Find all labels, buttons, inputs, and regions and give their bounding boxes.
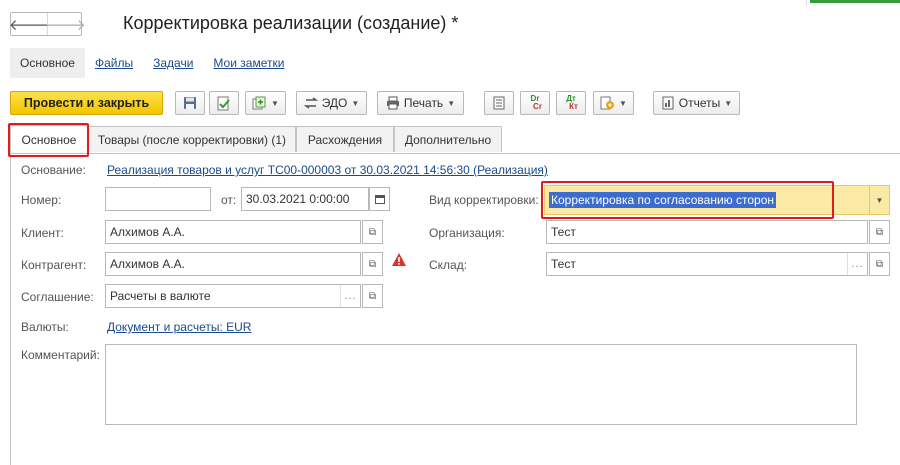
divider	[806, 0, 807, 6]
dropdown-caret-icon: ▼	[724, 98, 733, 108]
number-input[interactable]	[105, 187, 211, 211]
counterparty-label: Контрагент:	[21, 258, 87, 272]
select-dots-button[interactable]: ...	[340, 285, 360, 307]
reports-label: Отчеты	[678, 96, 721, 110]
panel-border	[10, 153, 11, 465]
dropdown-caret-icon: ▼	[447, 98, 456, 108]
tab-goods-label: Товары (после корректировки) (1)	[97, 132, 287, 147]
print-label: Печать	[403, 96, 444, 110]
tab-additional[interactable]: Дополнительно	[394, 126, 502, 152]
warehouse-open-button[interactable]: ⧉	[869, 252, 890, 276]
calendar-icon	[374, 195, 385, 204]
print-button[interactable]: Печать ▼	[377, 91, 464, 115]
organization-label: Организация:	[429, 226, 505, 240]
tab-additional-label: Дополнительно	[404, 132, 492, 147]
select-dots-button[interactable]: ...	[847, 253, 867, 275]
attached-document-icon	[600, 96, 615, 110]
dt-kt-button[interactable]: Дт Кт	[556, 91, 586, 115]
post-button[interactable]	[209, 91, 239, 115]
edo-button[interactable]: ЭДО ▼	[296, 91, 367, 115]
dropdown-caret-icon: ▼	[271, 98, 279, 108]
create-based-on-icon	[252, 96, 266, 110]
agreement-label: Соглашение:	[21, 290, 94, 304]
section-files[interactable]: Файлы	[95, 56, 133, 70]
open-window-icon: ⧉	[368, 290, 377, 302]
currency-link[interactable]: Документ и расчеты: EUR	[107, 320, 251, 334]
calendar-button[interactable]	[369, 187, 390, 211]
open-window-icon: ⧉	[875, 226, 884, 238]
navigation-buttons: 🡐 🡒	[9, 12, 86, 36]
attachments-button[interactable]: ▼	[593, 91, 634, 115]
open-window-icon: ⧉	[368, 226, 377, 238]
section-my-notes[interactable]: Мои заметки	[213, 56, 284, 70]
warehouse-value: Тест	[551, 257, 576, 271]
save-button[interactable]	[175, 91, 205, 115]
dr-cr-button[interactable]: Dr Cr	[520, 91, 550, 115]
edo-label: ЭДО	[321, 96, 348, 110]
printer-icon	[386, 96, 399, 110]
client-open-button[interactable]: ⧉	[362, 220, 383, 244]
edo-icon	[303, 97, 318, 109]
document-journal-button[interactable]	[484, 91, 514, 115]
back-arrow-icon[interactable]: 🡐	[9, 13, 49, 35]
comment-label: Комментарий:	[21, 348, 100, 362]
date-label: от:	[221, 193, 237, 207]
number-label: Номер:	[21, 193, 62, 207]
section-main[interactable]: Основное	[10, 48, 85, 78]
tab-discrepancies[interactable]: Расхождения	[296, 126, 394, 152]
post-document-icon	[217, 96, 230, 110]
annotation-highlight-correction-type	[541, 181, 834, 219]
tab-divider	[10, 153, 900, 154]
organization-field[interactable]: Тест	[546, 220, 868, 244]
basis-link[interactable]: Реализация товаров и услуг ТС00-000003 о…	[107, 163, 548, 177]
counterparty-open-button[interactable]: ⧉	[362, 252, 383, 276]
agreement-open-button[interactable]: ⧉	[362, 284, 383, 308]
dropdown-caret-icon[interactable]: ▼	[869, 186, 889, 214]
correction-type-label: Вид корректировки:	[429, 193, 539, 207]
dt-kt-icon: Дт Кт	[564, 95, 578, 111]
dropdown-caret-icon: ▼	[619, 98, 627, 108]
section-tasks[interactable]: Задачи	[153, 56, 193, 70]
cr-label: Cr	[533, 102, 542, 111]
reports-button[interactable]: Отчеты ▼	[653, 91, 740, 115]
warning-icon[interactable]	[391, 252, 407, 267]
client-label: Клиент:	[21, 226, 64, 240]
warehouse-field[interactable]: Тест ...	[546, 252, 868, 276]
annotation-highlight-tab	[8, 123, 89, 157]
comment-textarea[interactable]	[105, 344, 857, 425]
section-links: Основное Файлы Задачи Мои заметки	[10, 47, 304, 79]
window-title: Корректировка реализации (создание) *	[123, 13, 459, 33]
status-strip	[810, 0, 900, 3]
save-icon	[184, 97, 196, 109]
tab-goods-after-correction[interactable]: Товары (после корректировки) (1)	[88, 126, 296, 152]
open-window-icon: ⧉	[368, 258, 377, 270]
agreement-field[interactable]: Расчеты в валюте ...	[105, 284, 361, 308]
journal-icon	[493, 96, 505, 110]
warehouse-label: Склад:	[429, 258, 468, 272]
organization-open-button[interactable]: ⧉	[869, 220, 890, 244]
dropdown-caret-icon: ▼	[351, 98, 360, 108]
reports-icon	[662, 96, 674, 110]
tabs-bar: Основное Товары (после корректировки) (1…	[10, 125, 900, 154]
currency-label: Валюты:	[21, 320, 69, 334]
counterparty-field[interactable]: Алхимов А.А.	[105, 252, 361, 276]
tab-discrepancies-label: Расхождения	[307, 132, 383, 147]
dr-cr-icon: Dr Cr	[528, 95, 542, 111]
date-input[interactable]: 30.03.2021 0:00:00	[241, 187, 369, 211]
create-based-on-button[interactable]: ▼	[245, 91, 286, 115]
open-window-icon: ⧉	[875, 258, 884, 270]
client-field[interactable]: Алхимов А.А.	[105, 220, 361, 244]
basis-label: Основание:	[21, 163, 86, 177]
agreement-value: Расчеты в валюте	[110, 289, 211, 303]
kt-label: Кт	[569, 102, 578, 111]
post-and-close-button[interactable]: Провести и закрыть	[10, 91, 163, 115]
forward-arrow-icon[interactable]: 🡒	[45, 13, 86, 35]
